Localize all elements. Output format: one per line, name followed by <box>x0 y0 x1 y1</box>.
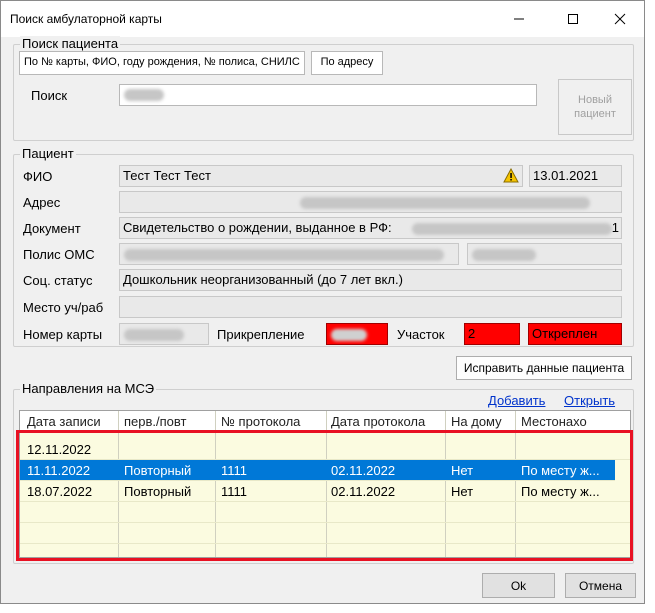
search-label: Поиск <box>31 88 68 103</box>
work-place-label: Место уч/раб <box>23 300 104 315</box>
oms-number-field <box>467 243 622 265</box>
row-protocol-number: 1111 <box>221 484 248 499</box>
document-suffix: 1 <box>611 220 619 235</box>
redacted-text <box>331 329 367 341</box>
row-date: 12.11.2022 <box>27 442 92 457</box>
card-number-label: Номер карты <box>23 327 103 342</box>
fio-value: Тест Тест Тест <box>123 168 211 183</box>
column-header[interactable]: Дата протокола <box>331 414 446 429</box>
birth-date-field: 13.01.2021 <box>529 165 622 187</box>
address-label: Адрес <box>23 195 61 210</box>
redacted-text <box>124 249 444 261</box>
row-protocol-date: 02.11.2022 <box>331 484 396 499</box>
attachment-label: Прикрепление <box>217 327 305 342</box>
document-value: Свидетельство о рождении, выданное в РФ: <box>123 220 392 235</box>
fix-patient-data-button[interactable]: Исправить данные пациента <box>456 356 632 380</box>
redacted-text <box>472 249 536 261</box>
ok-button[interactable]: Ok <box>482 573 555 598</box>
close-icon <box>614 13 626 25</box>
cancel-button[interactable]: Отмена <box>565 573 636 598</box>
row-type: Повторный <box>124 463 192 478</box>
mse-referrals-table[interactable]: Дата записи перв./повт № протокола Дата … <box>19 410 631 558</box>
row-at-home: Нет <box>451 463 474 478</box>
column-header[interactable]: На дому <box>451 414 513 429</box>
window-title: Поиск амбулаторной карты <box>10 12 162 26</box>
tab-by-address[interactable]: По адресу <box>311 51 383 75</box>
attachment-field <box>326 323 388 345</box>
table-row-empty <box>20 523 630 544</box>
search-card-dialog: Поиск амбулаторной карты Поиск пациента … <box>0 0 645 604</box>
patient-group-title: Пациент <box>20 146 76 161</box>
column-header[interactable]: № протокола <box>221 414 324 429</box>
redacted-text <box>300 197 590 209</box>
row-location: По месту ж... <box>521 463 600 478</box>
district-label: Участок <box>397 327 445 342</box>
fio-label: ФИО <box>23 169 53 184</box>
social-status-label: Соц. статус <box>23 273 93 288</box>
redacted-text <box>124 89 164 101</box>
document-field: Свидетельство о рождении, выданное в РФ:… <box>119 217 622 239</box>
table-header: Дата записи перв./повт № протокола Дата … <box>20 411 630 433</box>
close-button[interactable] <box>608 7 632 31</box>
oms-field <box>119 243 459 265</box>
search-input[interactable] <box>119 84 537 106</box>
column-header[interactable]: перв./повт <box>124 414 214 429</box>
fio-field: Тест Тест Тест <box>119 165 523 187</box>
mse-referrals-group-title: Направления на МСЭ <box>20 381 157 396</box>
attachment-status-field: Откреплен <box>528 323 622 345</box>
row-protocol-date: 02.11.2022 <box>331 463 396 478</box>
warning-icon[interactable] <box>503 167 519 186</box>
maximize-icon <box>568 14 578 24</box>
table-row-empty <box>20 502 630 523</box>
redacted-text <box>412 223 612 235</box>
row-date: 11.11.2022 <box>27 463 91 478</box>
table-row[interactable]: 18.07.2022 Повторный 1111 02.11.2022 Нет… <box>20 481 630 502</box>
patient-search-group-title: Поиск пациента <box>20 36 121 51</box>
add-referral-link[interactable]: Добавить <box>488 393 545 408</box>
table-row[interactable]: 12.11.2022 <box>20 439 630 460</box>
minimize-button[interactable] <box>507 7 531 31</box>
document-label: Документ <box>23 221 81 236</box>
address-field <box>119 191 622 213</box>
card-number-field <box>119 323 209 345</box>
minimize-icon <box>514 18 524 20</box>
redacted-text <box>124 329 184 341</box>
row-type: Повторный <box>124 484 192 499</box>
open-referral-link[interactable]: Открыть <box>564 393 615 408</box>
row-protocol-number: 1111 <box>221 463 248 478</box>
column-header[interactable]: Местонахо <box>521 414 621 429</box>
new-patient-button[interactable]: Новый пациент <box>558 79 632 135</box>
table-row-selected[interactable]: 11.11.2022 Повторный 1111 02.11.2022 Нет… <box>20 460 615 481</box>
maximize-button[interactable] <box>561 7 585 31</box>
title-bar[interactable]: Поиск амбулаторной карты <box>1 1 644 37</box>
row-date: 18.07.2022 <box>27 484 93 499</box>
work-place-field <box>119 296 622 318</box>
oms-label: Полис ОМС <box>23 247 95 262</box>
tab-by-card[interactable]: По № карты, ФИО, году рождения, № полиса… <box>19 51 305 75</box>
social-status-field: Дошкольник неорганизованный (до 7 лет вк… <box>119 269 622 291</box>
district-field: 2 <box>464 323 520 345</box>
column-header[interactable]: Дата записи <box>27 414 119 429</box>
row-at-home: Нет <box>451 484 474 499</box>
row-location: По месту ж... <box>521 484 600 499</box>
